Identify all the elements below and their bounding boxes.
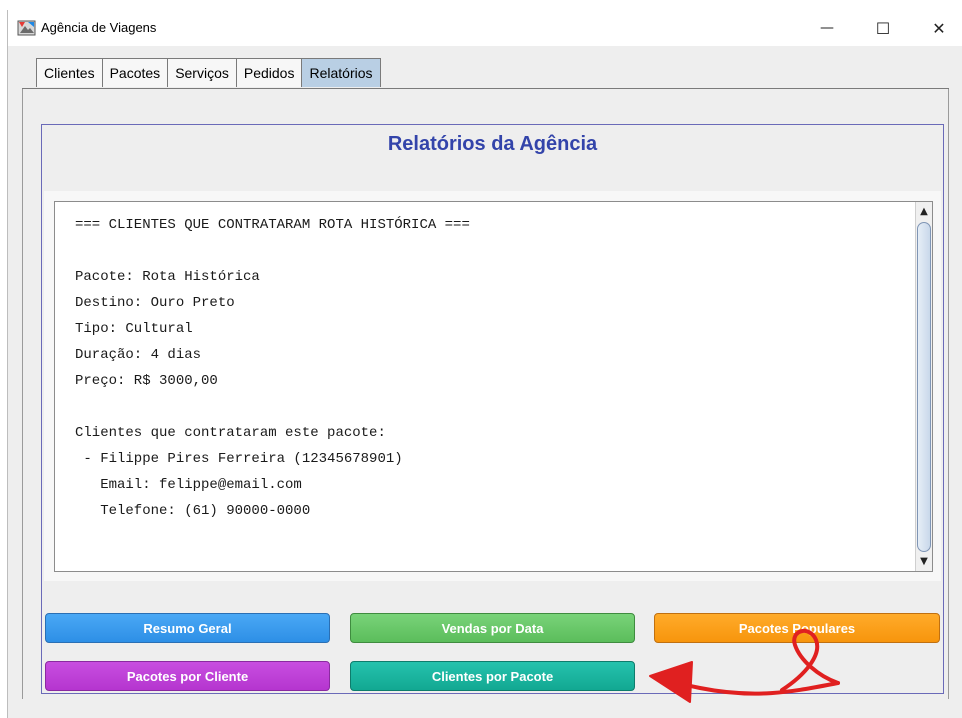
scroll-up-icon: ▲ [920,206,928,217]
tab-servicos[interactable]: Serviços [167,58,237,87]
panel-title: Relatórios da Agência [387,133,598,155]
scroll-down-icon: ▼ [920,556,928,567]
pacotes-por-cliente-button[interactable]: Pacotes por Cliente [45,661,330,691]
scroll-up-button[interactable]: ▲ [916,203,932,220]
close-icon: ✕ [932,18,946,38]
tab-pedidos[interactable]: Pedidos [235,58,303,87]
minimize-button[interactable]: — [804,10,850,46]
report-text: === CLIENTES QUE CONTRATARAM ROTA HISTÓR… [75,217,470,519]
minimize-icon: — [820,20,834,36]
tab-bar: Clientes Pacotes Serviços Pedidos Relató… [36,58,381,88]
maximize-icon: ☐ [875,18,891,38]
close-button[interactable]: ✕ [916,10,962,46]
tab-pacotes[interactable]: Pacotes [101,58,169,87]
window-title: Agência de Viagens [41,20,157,35]
vertical-scrollbar[interactable]: ▲ ▼ [915,202,932,571]
clientes-por-pacote-button[interactable]: Clientes por Pacote [350,661,635,691]
maximize-button[interactable]: ☐ [860,10,906,46]
resumo-geral-button[interactable]: Resumo Geral [45,613,330,643]
tab-clientes[interactable]: Clientes [36,58,103,87]
title-bar[interactable]: Agência de Viagens — ☐ ✕ [8,10,962,46]
pacotes-populares-button[interactable]: Pacotes Populares [654,613,940,643]
report-text-area[interactable]: === CLIENTES QUE CONTRATARAM ROTA HISTÓR… [54,201,933,572]
scroll-down-button[interactable]: ▼ [916,553,932,570]
app-icon [17,20,36,36]
vendas-por-data-button[interactable]: Vendas por Data [350,613,635,643]
scroll-thumb[interactable] [917,222,931,552]
tab-relatorios[interactable]: Relatórios [301,58,381,87]
